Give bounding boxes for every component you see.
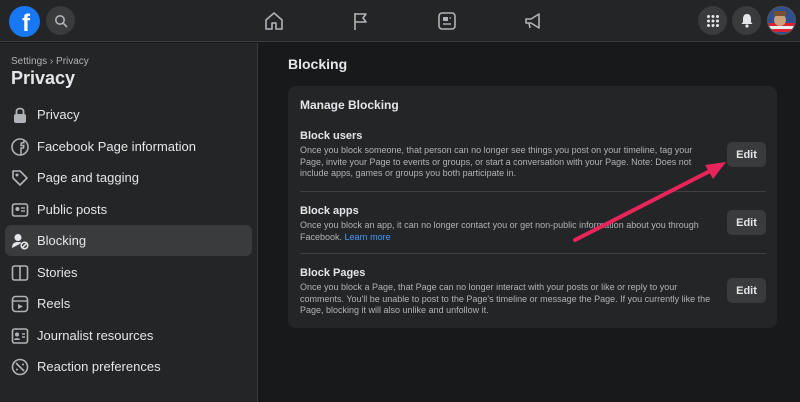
block-apps-edit-button[interactable]: Edit — [727, 210, 766, 235]
reels-icon — [10, 294, 30, 314]
menu-grid-icon[interactable] — [698, 6, 727, 35]
megaphone-icon[interactable] — [519, 8, 547, 34]
stories-icon — [10, 263, 30, 283]
block-pages-edit-button[interactable]: Edit — [727, 278, 766, 303]
facebook-logo-icon[interactable]: f — [9, 6, 40, 37]
bell-icon[interactable] — [732, 6, 761, 35]
home-icon[interactable] — [260, 8, 288, 34]
reaction-icon — [10, 357, 30, 377]
search-icon[interactable] — [46, 6, 75, 35]
sidebar-item-public-posts[interactable]: Public posts — [5, 194, 252, 225]
sidebar-item-page-and-tagging[interactable]: Page and tagging — [5, 162, 252, 193]
sidebar-item-reels[interactable]: Reels — [5, 288, 252, 319]
block-users-section: Block users Once you block someone, that… — [300, 130, 766, 180]
news-icon[interactable] — [433, 8, 461, 34]
page-title: Privacy — [11, 68, 76, 88]
block-users-description: Once you block someone, that person can … — [300, 145, 693, 178]
divider — [300, 253, 766, 254]
avatar[interactable] — [767, 6, 796, 35]
block-users-edit-button[interactable]: Edit — [727, 142, 766, 167]
journalist-icon — [10, 326, 30, 346]
block-users-title: Block users — [300, 130, 363, 142]
sidebar-item-facebook-page-information[interactable]: Facebook Page information — [5, 131, 252, 162]
block-apps-description: Once you block an app, it can no longer … — [300, 220, 699, 242]
settings-sidebar: Settings › Privacy Privacy Privacy Faceb… — [0, 43, 258, 402]
manage-blocking-card: Manage Blocking Block users Once you blo… — [288, 86, 777, 328]
learn-more-link[interactable]: Learn more — [345, 232, 391, 242]
sidebar-item-reaction-preferences[interactable]: Reaction preferences — [5, 351, 252, 382]
sidebar-item-blocking[interactable]: Blocking — [5, 225, 252, 256]
top-navigation-bar: f — [0, 0, 800, 42]
sidebar-item-stories[interactable]: Stories — [5, 257, 252, 288]
flag-icon[interactable] — [347, 8, 375, 34]
sidebar-item-journalist-resources[interactable]: Journalist resources — [5, 320, 252, 351]
facebook-icon — [10, 137, 30, 157]
section-heading: Blocking — [288, 56, 348, 72]
block-user-icon — [10, 231, 30, 251]
block-apps-section: Block apps Once you block an app, it can… — [300, 205, 766, 243]
block-pages-title: Block Pages — [300, 267, 366, 279]
breadcrumb[interactable]: Settings › Privacy — [11, 56, 89, 67]
lock-icon — [10, 105, 30, 125]
sidebar-item-privacy[interactable]: Privacy — [5, 99, 252, 130]
block-pages-section: Block Pages Once you block a Page, that … — [300, 267, 766, 317]
public-posts-icon — [10, 200, 30, 220]
block-pages-description: Once you block a Page, that Page can no … — [300, 282, 711, 315]
divider — [300, 191, 766, 192]
card-title: Manage Blocking — [300, 98, 399, 112]
block-apps-title: Block apps — [300, 205, 359, 217]
tag-icon — [10, 168, 30, 188]
